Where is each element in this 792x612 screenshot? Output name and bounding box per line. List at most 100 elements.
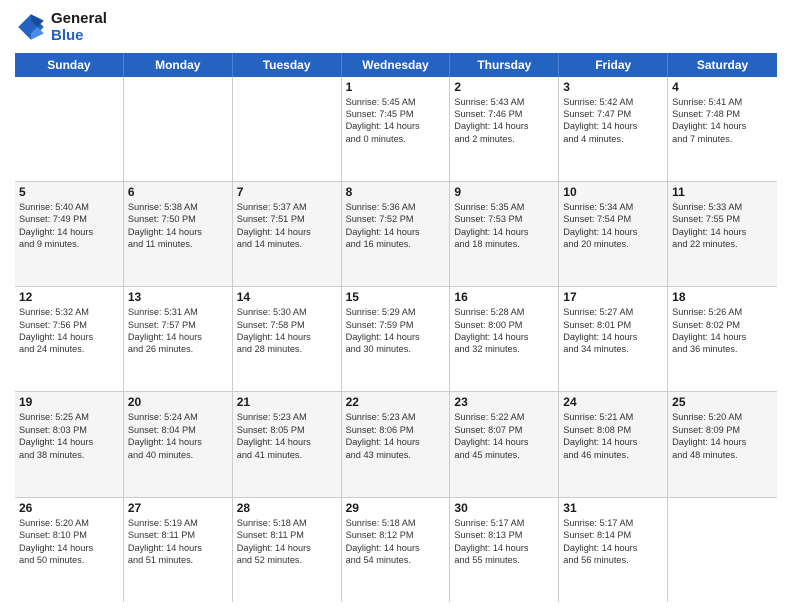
logo-icon: [15, 11, 47, 43]
cell-line: Sunset: 7:48 PM: [672, 108, 773, 120]
cell-line: Sunrise: 5:37 AM: [237, 201, 337, 213]
cell-line: Sunrise: 5:25 AM: [19, 411, 119, 423]
day-number: 4: [672, 80, 773, 94]
calendar-cell: 21Sunrise: 5:23 AMSunset: 8:05 PMDayligh…: [233, 392, 342, 496]
cell-line: and 16 minutes.: [346, 238, 446, 250]
cell-line: and 28 minutes.: [237, 343, 337, 355]
calendar-cell: 20 Sunrise: 5:24 AMSunset: 8:04 PMDayligh…: [124, 392, 233, 496]
cell-line: Sunset: 8:12 PM: [346, 529, 446, 541]
cell-line: Sunrise: 5:38 AM: [128, 201, 228, 213]
day-number: 26: [19, 501, 119, 515]
cell-line: Sunset: 7:52 PM: [346, 213, 446, 225]
cell-line: Daylight: 14 hours: [346, 226, 446, 238]
cell-line: and 51 minutes.: [128, 554, 228, 566]
day-number: 22: [346, 395, 446, 409]
cell-line: Daylight: 14 hours: [454, 436, 554, 448]
cell-line: Sunrise: 5:23 AM: [346, 411, 446, 423]
calendar-cell: 12Sunrise: 5:32 AMSunset: 7:56 PMDayligh…: [15, 287, 124, 391]
day-number: 28: [237, 501, 337, 515]
cell-line: Sunrise: 5:36 AM: [346, 201, 446, 213]
calendar-cell: 23Sunrise: 5:22 AMSunset: 8:07 PMDayligh…: [450, 392, 559, 496]
cell-line: and 48 minutes.: [672, 449, 773, 461]
cell-line: Daylight: 14 hours: [19, 331, 119, 343]
cell-line: and 30 minutes.: [346, 343, 446, 355]
calendar-cell: 11Sunrise: 5:33 AMSunset: 7:55 PMDayligh…: [668, 182, 777, 286]
cell-line: and 40 minutes.: [128, 449, 228, 461]
cell-line: Sunrise: 5:17 AM: [563, 517, 663, 529]
calendar-body: 1Sunrise: 5:45 AMSunset: 7:45 PMDaylight…: [15, 77, 777, 603]
cell-line: Sunset: 7:54 PM: [563, 213, 663, 225]
day-number: 19: [19, 395, 119, 409]
weekday-header: Friday: [559, 53, 668, 77]
weekday-header: Sunday: [15, 53, 124, 77]
cell-line: Sunrise: 5:23 AM: [237, 411, 337, 423]
calendar: SundayMondayTuesdayWednesdayThursdayFrid…: [15, 53, 777, 603]
cell-line: Sunrise: 5:32 AM: [19, 306, 119, 318]
cell-line: Sunset: 8:04 PM: [128, 424, 228, 436]
cell-line: Sunset: 8:11 PM: [237, 529, 337, 541]
day-number: 13: [128, 290, 228, 304]
calendar-cell: 4Sunrise: 5:41 AMSunset: 7:48 PMDaylight…: [668, 77, 777, 181]
cell-line: Sunrise: 5:17 AM: [454, 517, 554, 529]
cell-line: Sunrise: 5:30 AM: [237, 306, 337, 318]
day-number: 16: [454, 290, 554, 304]
day-number: 20: [128, 395, 228, 409]
page: General Blue SundayMondayTuesdayWednesda…: [0, 0, 792, 612]
cell-line: Sunrise: 5:26 AM: [672, 306, 773, 318]
cell-line: and 2 minutes.: [454, 133, 554, 145]
calendar-cell: 24Sunrise: 5:21 AMSunset: 8:08 PMDayligh…: [559, 392, 668, 496]
calendar-cell: 28Sunrise: 5:18 AMSunset: 8:11 PMDayligh…: [233, 498, 342, 602]
calendar-cell: 31Sunrise: 5:17 AMSunset: 8:14 PMDayligh…: [559, 498, 668, 602]
cell-line: Daylight: 14 hours: [454, 120, 554, 132]
cell-line: and 4 minutes.: [563, 133, 663, 145]
cell-line: and 56 minutes.: [563, 554, 663, 566]
day-number: 15: [346, 290, 446, 304]
cell-line: Sunrise: 5:34 AM: [563, 201, 663, 213]
cell-line: Daylight: 14 hours: [128, 542, 228, 554]
cell-line: Sunset: 7:50 PM: [128, 213, 228, 225]
cell-line: Sunset: 7:49 PM: [19, 213, 119, 225]
day-number: 9: [454, 185, 554, 199]
day-number: 23: [454, 395, 554, 409]
cell-line: and 24 minutes.: [19, 343, 119, 355]
cell-line: Daylight: 14 hours: [128, 436, 228, 448]
cell-line: Daylight: 14 hours: [672, 436, 773, 448]
cell-line: and 7 minutes.: [672, 133, 773, 145]
cell-line: Daylight: 14 hours: [128, 331, 228, 343]
day-number: 6: [128, 185, 228, 199]
cell-line: and 34 minutes.: [563, 343, 663, 355]
calendar-cell: 26Sunrise: 5:20 AMSunset: 8:10 PMDayligh…: [15, 498, 124, 602]
calendar-cell: 13Sunrise: 5:31 AMSunset: 7:57 PMDayligh…: [124, 287, 233, 391]
day-number: 31: [563, 501, 663, 515]
calendar-cell: [124, 77, 233, 181]
calendar-row: 26Sunrise: 5:20 AMSunset: 8:10 PMDayligh…: [15, 498, 777, 602]
calendar-cell: 6Sunrise: 5:38 AMSunset: 7:50 PMDaylight…: [124, 182, 233, 286]
cell-line: and 52 minutes.: [237, 554, 337, 566]
cell-line: and 55 minutes.: [454, 554, 554, 566]
cell-line: Sunrise: 5:42 AM: [563, 96, 663, 108]
calendar-cell: 19Sunrise: 5:25 AMSunset: 8:03 PMDayligh…: [15, 392, 124, 496]
cell-line: Daylight: 14 hours: [346, 436, 446, 448]
cell-line: Sunrise: 5:28 AM: [454, 306, 554, 318]
cell-line: Daylight: 14 hours: [237, 542, 337, 554]
calendar-cell: 1Sunrise: 5:45 AMSunset: 7:45 PMDaylight…: [342, 77, 451, 181]
cell-line: Daylight: 14 hours: [237, 226, 337, 238]
calendar-cell: 14Sunrise: 5:30 AMSunset: 7:58 PMDayligh…: [233, 287, 342, 391]
header: General Blue: [15, 10, 777, 45]
cell-line: and 32 minutes.: [454, 343, 554, 355]
cell-line: Daylight: 14 hours: [563, 331, 663, 343]
cell-line: Daylight: 14 hours: [563, 436, 663, 448]
cell-line: Sunrise: 5:43 AM: [454, 96, 554, 108]
cell-line: Sunrise: 5:21 AM: [563, 411, 663, 423]
day-number: 21: [237, 395, 337, 409]
calendar-cell: 7Sunrise: 5:37 AMSunset: 7:51 PMDaylight…: [233, 182, 342, 286]
day-number: 25: [672, 395, 773, 409]
day-number: 17: [563, 290, 663, 304]
cell-line: Sunrise: 5:31 AM: [128, 306, 228, 318]
cell-line: Sunset: 7:51 PM: [237, 213, 337, 225]
cell-line: Daylight: 14 hours: [19, 436, 119, 448]
cell-line: Sunrise: 5:40 AM: [19, 201, 119, 213]
cell-line: and 9 minutes.: [19, 238, 119, 250]
cell-line: Sunrise: 5:24 AM: [128, 411, 228, 423]
cell-line: Sunset: 8:09 PM: [672, 424, 773, 436]
